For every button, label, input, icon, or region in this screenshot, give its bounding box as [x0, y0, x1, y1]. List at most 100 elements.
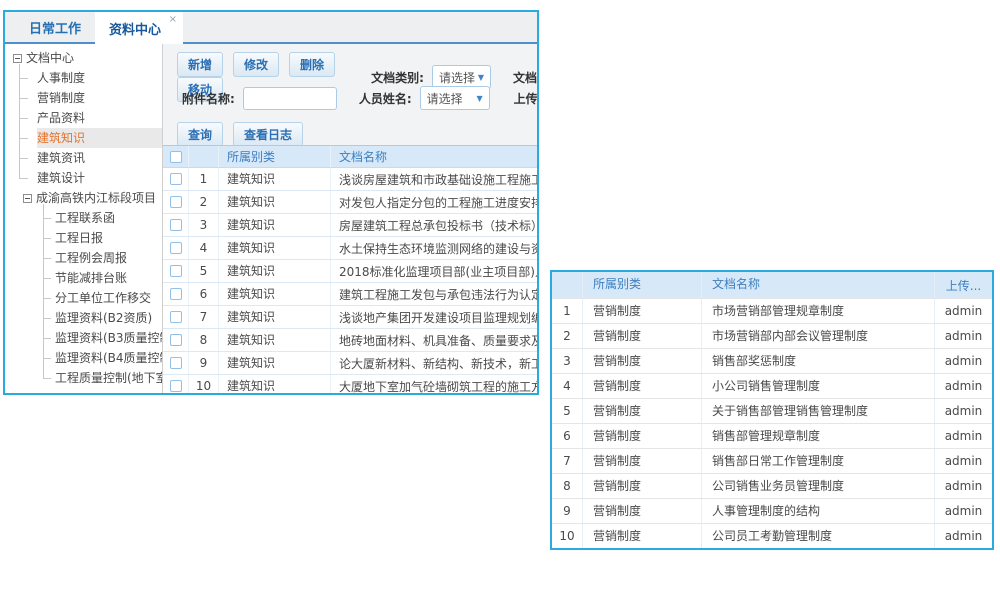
- sidebar-item-工程例会周报[interactable]: 工程例会周报: [55, 248, 162, 268]
- 删除-button[interactable]: 删除: [289, 52, 335, 77]
- row-checkbox[interactable]: [170, 173, 182, 185]
- tab-daily-work[interactable]: 日常工作: [15, 12, 95, 42]
- row-doc-name: 关于销售部管理销售管理制度: [702, 399, 935, 423]
- toolbar-row-2: 附件名称: 人员姓名: 请选择 ▼ 上传日期: [182, 86, 537, 110]
- row-uploader: admin: [935, 479, 992, 493]
- row-checkbox-cell: [163, 191, 189, 213]
- col-index: [552, 272, 583, 298]
- row-category: 建筑知识: [219, 375, 331, 393]
- row-category: 营销制度: [583, 349, 702, 373]
- row-index: 8: [552, 474, 583, 498]
- doc-category-value: 请选择: [439, 69, 475, 86]
- row-doc-name: 小公司销售管理制度: [702, 374, 935, 398]
- table-row[interactable]: 10建筑知识大厦地下室加气砼墙砌筑工程的施工方...: [163, 375, 537, 393]
- row-checkbox[interactable]: [170, 219, 182, 231]
- row-checkbox[interactable]: [170, 334, 182, 346]
- sidebar-item-工程日报[interactable]: 工程日报: [55, 228, 162, 248]
- project-item-list: 工程联系函工程日报工程例会周报节能减排台账分工单位工作移交监理资料(B2资质)监…: [5, 208, 162, 388]
- row-checkbox[interactable]: [170, 357, 182, 369]
- document-table: 所属别类 文档名称 1建筑知识浅谈房屋建筑和市政基础设施工程施工...2建筑知识…: [163, 145, 537, 393]
- row-doc-name: 大厦地下室加气砼墙砌筑工程的施工方...: [331, 378, 537, 394]
- table-row[interactable]: 9建筑知识论大厦新材料、新结构、新技术，新工...: [163, 352, 537, 375]
- row-index: 3: [552, 349, 583, 373]
- table-row[interactable]: 9营销制度人事管理制度的结构admin: [552, 498, 992, 523]
- sidebar-item-工程质量控制(地下室)[interactable]: 工程质量控制(地下室): [55, 368, 162, 388]
- row-doc-name: 公司销售业务员管理制度: [702, 474, 935, 498]
- row-doc-name: 对发包人指定分包的工程施工进度安排...: [331, 194, 537, 211]
- row-checkbox-cell: [163, 306, 189, 328]
- row-checkbox[interactable]: [170, 265, 182, 277]
- tab-bar: 日常工作 资料中心 ×: [5, 12, 537, 44]
- row-checkbox[interactable]: [170, 288, 182, 300]
- person-name-value: 请选择: [427, 90, 463, 107]
- table-header: 所属别类 文档名称 上传...: [552, 272, 992, 298]
- person-name-select[interactable]: 请选择 ▼: [420, 86, 490, 110]
- doc-category-label: 文档类别:: [371, 69, 424, 86]
- table-row[interactable]: 3建筑知识房屋建筑工程总承包投标书（技术标）...: [163, 214, 537, 237]
- sidebar-item-建筑知识[interactable]: 建筑知识: [37, 128, 162, 148]
- tab-data-center[interactable]: 资料中心 ×: [95, 12, 183, 44]
- sidebar-item-工程联系函[interactable]: 工程联系函: [55, 208, 162, 228]
- table-row[interactable]: 2营销制度市场营销部内部会议管理制度admin: [552, 323, 992, 348]
- table-row[interactable]: 7建筑知识浅谈地产集团开发建设项目监理规划编...: [163, 306, 537, 329]
- row-doc-name: 销售部日常工作管理制度: [702, 449, 935, 473]
- row-uploader: admin: [935, 329, 992, 343]
- sidebar-item-产品资料[interactable]: 产品资料: [37, 108, 162, 128]
- collapse-icon[interactable]: [13, 54, 22, 63]
- 查询-button[interactable]: 查询: [177, 122, 223, 147]
- row-checkbox[interactable]: [170, 242, 182, 254]
- table-row[interactable]: 1营销制度市场营销部管理规章制度admin: [552, 298, 992, 323]
- sidebar-item-分工单位工作移交[interactable]: 分工单位工作移交: [55, 288, 162, 308]
- sidebar-item-监理资料(B2资质)[interactable]: 监理资料(B2资质): [55, 308, 162, 328]
- doc-name-label-clipped: 文档: [513, 69, 537, 86]
- row-checkbox[interactable]: [170, 311, 182, 323]
- sidebar-item-监理资料(B3质量控制)[interactable]: 监理资料(B3质量控制): [55, 328, 162, 348]
- table-row[interactable]: 8建筑知识地砖地面材料、机具准备、质量要求及...: [163, 329, 537, 352]
- col-index: [189, 146, 219, 167]
- sidebar-tree: 文档中心 人事制度营销制度产品资料建筑知识建筑资讯建筑设计 成渝高铁内江标段项目…: [5, 44, 163, 393]
- row-category: 营销制度: [583, 324, 702, 348]
- row-index: 5: [189, 260, 219, 282]
- 查看日志-button[interactable]: 查看日志: [233, 122, 303, 147]
- row-doc-name: 地砖地面材料、机具准备、质量要求及...: [331, 332, 537, 349]
- row-checkbox-cell: [163, 329, 189, 351]
- table-row[interactable]: 1建筑知识浅谈房屋建筑和市政基础设施工程施工...: [163, 168, 537, 191]
- row-index: 7: [552, 449, 583, 473]
- table-row[interactable]: 4营销制度小公司销售管理制度admin: [552, 373, 992, 398]
- col-category: 所属别类: [219, 146, 331, 167]
- row-checkbox[interactable]: [170, 196, 182, 208]
- attachment-name-input[interactable]: [243, 87, 337, 110]
- row-checkbox-cell: [163, 283, 189, 305]
- row-index: 4: [189, 237, 219, 259]
- table-row[interactable]: 3营销制度销售部奖惩制度admin: [552, 348, 992, 373]
- sidebar-item-建筑资讯[interactable]: 建筑资讯: [37, 148, 162, 168]
- table-row[interactable]: 6建筑知识建筑工程施工发包与承包违法行为认定...: [163, 283, 537, 306]
- row-checkbox[interactable]: [170, 380, 182, 392]
- row-index: 4: [552, 374, 583, 398]
- sidebar-item-人事制度[interactable]: 人事制度: [37, 68, 162, 88]
- select-all-checkbox[interactable]: [170, 151, 182, 163]
- table-row[interactable]: 6营销制度销售部管理规章制度admin: [552, 423, 992, 448]
- sidebar-item-监理资料(B4质量控制)[interactable]: 监理资料(B4质量控制): [55, 348, 162, 368]
- row-checkbox-cell: [163, 168, 189, 190]
- row-category: 营销制度: [583, 474, 702, 498]
- row-index: 7: [189, 306, 219, 328]
- 新增-button[interactable]: 新增: [177, 52, 223, 77]
- table-row[interactable]: 8营销制度公司销售业务员管理制度admin: [552, 473, 992, 498]
- table-row[interactable]: 7营销制度销售部日常工作管理制度admin: [552, 448, 992, 473]
- table-row[interactable]: 4建筑知识水土保持生态环境监测网络的建设与资...: [163, 237, 537, 260]
- collapse-icon[interactable]: [23, 194, 32, 203]
- table-row[interactable]: 5营销制度关于销售部管理销售管理制度admin: [552, 398, 992, 423]
- document-center-window: 日常工作 资料中心 × 文档中心 人事制度营销制度产品资料建筑知识建筑资讯建筑设…: [3, 10, 539, 395]
- tree-node-project[interactable]: 成渝高铁内江标段项目: [5, 188, 162, 208]
- row-index: 5: [552, 399, 583, 423]
- sidebar-item-节能减排台账[interactable]: 节能减排台账: [55, 268, 162, 288]
- table-row[interactable]: 10营销制度公司员工考勤管理制度admin: [552, 523, 992, 548]
- tree-node-document-center[interactable]: 文档中心: [5, 48, 162, 68]
- table-row[interactable]: 2建筑知识对发包人指定分包的工程施工进度安排...: [163, 191, 537, 214]
- sidebar-item-营销制度[interactable]: 营销制度: [37, 88, 162, 108]
- close-icon[interactable]: ×: [169, 14, 177, 25]
- table-row[interactable]: 5建筑知识2018标准化监理项目部(业主项目部)人员...: [163, 260, 537, 283]
- 修改-button[interactable]: 修改: [233, 52, 279, 77]
- sidebar-item-建筑设计[interactable]: 建筑设计: [37, 168, 162, 188]
